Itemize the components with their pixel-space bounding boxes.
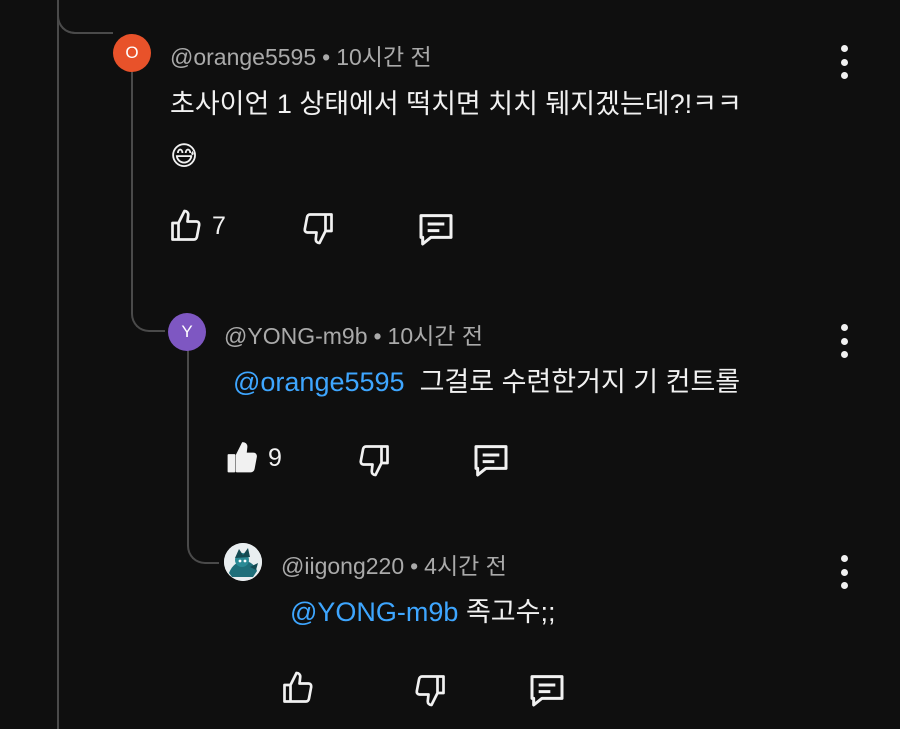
comment-text: @YONG-m9b 족고수;; bbox=[290, 586, 555, 638]
author-name[interactable]: @YONG-m9b bbox=[224, 323, 367, 349]
reply-icon bbox=[474, 445, 508, 477]
comment-time[interactable]: 10시간 전 bbox=[388, 323, 483, 349]
like-button[interactable]: 7 bbox=[168, 208, 226, 244]
like-count: 7 bbox=[212, 211, 226, 240]
reply-button[interactable] bbox=[526, 670, 568, 710]
like-count: 9 bbox=[268, 443, 282, 472]
more-vert-icon[interactable] bbox=[838, 324, 850, 358]
reply-button[interactable] bbox=[415, 209, 457, 249]
more-vert-icon[interactable] bbox=[838, 555, 850, 589]
thumbs-down-icon bbox=[359, 445, 389, 477]
anime-character-avatar-icon bbox=[224, 543, 262, 581]
comment-text: @orange5595 그걸로 수련한거지 기 컨트롤 bbox=[233, 356, 740, 408]
reply-button[interactable] bbox=[470, 440, 512, 480]
avatar[interactable] bbox=[224, 543, 262, 581]
thumbs-down-icon bbox=[303, 213, 333, 245]
dislike-button[interactable] bbox=[412, 672, 448, 708]
comment-text: 초사이언 1 상태에서 떡치면 치치 뒈지겠는데?!ㅋㅋ 😅 bbox=[170, 78, 742, 182]
avatar[interactable]: O bbox=[113, 34, 151, 72]
thread-connector-3 bbox=[187, 530, 219, 564]
dislike-button[interactable] bbox=[356, 442, 392, 478]
thread-connector-1-corner bbox=[57, 0, 113, 34]
avatar-letter: O bbox=[125, 43, 139, 62]
mention-link[interactable]: @orange5595 bbox=[233, 367, 405, 397]
sweat-smile-emoji: 😅 bbox=[170, 141, 199, 171]
author-name[interactable]: @iigong220 bbox=[281, 553, 404, 579]
mention-link[interactable]: @YONG-m9b bbox=[290, 597, 458, 627]
comment-meta: @orange5595 • 10시간 전 bbox=[170, 44, 432, 70]
thread-connector-2 bbox=[131, 300, 165, 332]
thumbs-up-icon bbox=[227, 442, 257, 473]
comment-thread: O @orange5595 • 10시간 전 초사이언 1 상태에서 떡치면 치치 … bbox=[0, 0, 900, 729]
more-vert-icon[interactable] bbox=[838, 45, 850, 79]
author-name[interactable]: @orange5595 bbox=[170, 44, 316, 70]
comment-time[interactable]: 4시간 전 bbox=[424, 553, 507, 579]
comment-text-content: 그걸로 수련한거지 기 컨트롤 bbox=[419, 367, 741, 397]
like-button[interactable] bbox=[280, 670, 316, 706]
thumbs-down-icon bbox=[415, 675, 445, 707]
avatar-letter: Y bbox=[181, 322, 193, 341]
thread-line-outer bbox=[57, 0, 59, 729]
thread-line-level1 bbox=[131, 72, 133, 312]
comment-meta: @YONG-m9b • 10시간 전 bbox=[224, 323, 484, 349]
comment-meta: @iigong220 • 4시간 전 bbox=[281, 553, 507, 579]
like-button[interactable]: 9 bbox=[224, 440, 282, 476]
dislike-button[interactable] bbox=[300, 210, 336, 246]
reply-icon bbox=[530, 675, 564, 707]
thumbs-up-icon bbox=[283, 671, 313, 703]
reply-icon bbox=[419, 214, 453, 246]
thumbs-up-icon bbox=[171, 209, 201, 241]
comment-text-content: 족고수;; bbox=[465, 597, 556, 627]
comment-time[interactable]: 10시간 전 bbox=[336, 44, 431, 70]
thread-line-level2 bbox=[187, 350, 189, 542]
comment-text-line: 초사이언 1 상태에서 떡치면 치치 뒈지겠는데?!ㅋㅋ bbox=[170, 89, 742, 119]
avatar[interactable]: Y bbox=[168, 313, 206, 351]
